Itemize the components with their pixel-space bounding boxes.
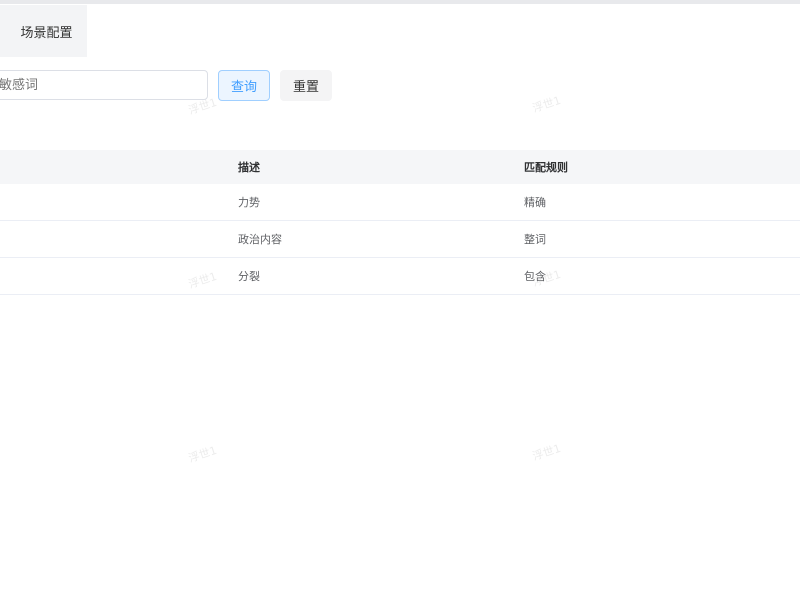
- table-row[interactable]: 分裂 包含: [0, 258, 800, 295]
- watermark: 浮世1: [530, 93, 563, 116]
- cell-match-rule: 包含: [524, 270, 546, 283]
- cell-description: 分裂: [238, 270, 260, 283]
- query-button[interactable]: 查询: [218, 70, 270, 101]
- cell-description: 力势: [238, 196, 260, 209]
- watermark: 浮世1: [530, 441, 563, 464]
- table-row[interactable]: 政治内容 整词: [0, 221, 800, 258]
- cell-description: 政治内容: [238, 233, 282, 246]
- column-header-description[interactable]: 描述: [238, 150, 260, 184]
- page: 场景配置 查询 重置 描述 匹配规则 力势 精确 政治内容 整词 分裂 包含 浮…: [0, 0, 800, 600]
- cell-match-rule: 整词: [524, 233, 546, 246]
- tab-scene-config[interactable]: 场景配置: [0, 5, 87, 57]
- sensitive-words-table: 描述 匹配规则 力势 精确 政治内容 整词 分裂 包含: [0, 150, 800, 295]
- column-header-match-rule[interactable]: 匹配规则: [524, 150, 568, 184]
- cell-match-rule: 精确: [524, 196, 546, 209]
- top-divider: [0, 0, 800, 4]
- table-row[interactable]: 力势 精确: [0, 184, 800, 221]
- tab-label: 场景配置: [20, 25, 73, 41]
- reset-button[interactable]: 重置: [280, 70, 332, 101]
- table-header: 描述 匹配规则: [0, 150, 800, 184]
- sensitive-word-search-input[interactable]: [0, 70, 208, 100]
- watermark: 浮世1: [186, 443, 219, 466]
